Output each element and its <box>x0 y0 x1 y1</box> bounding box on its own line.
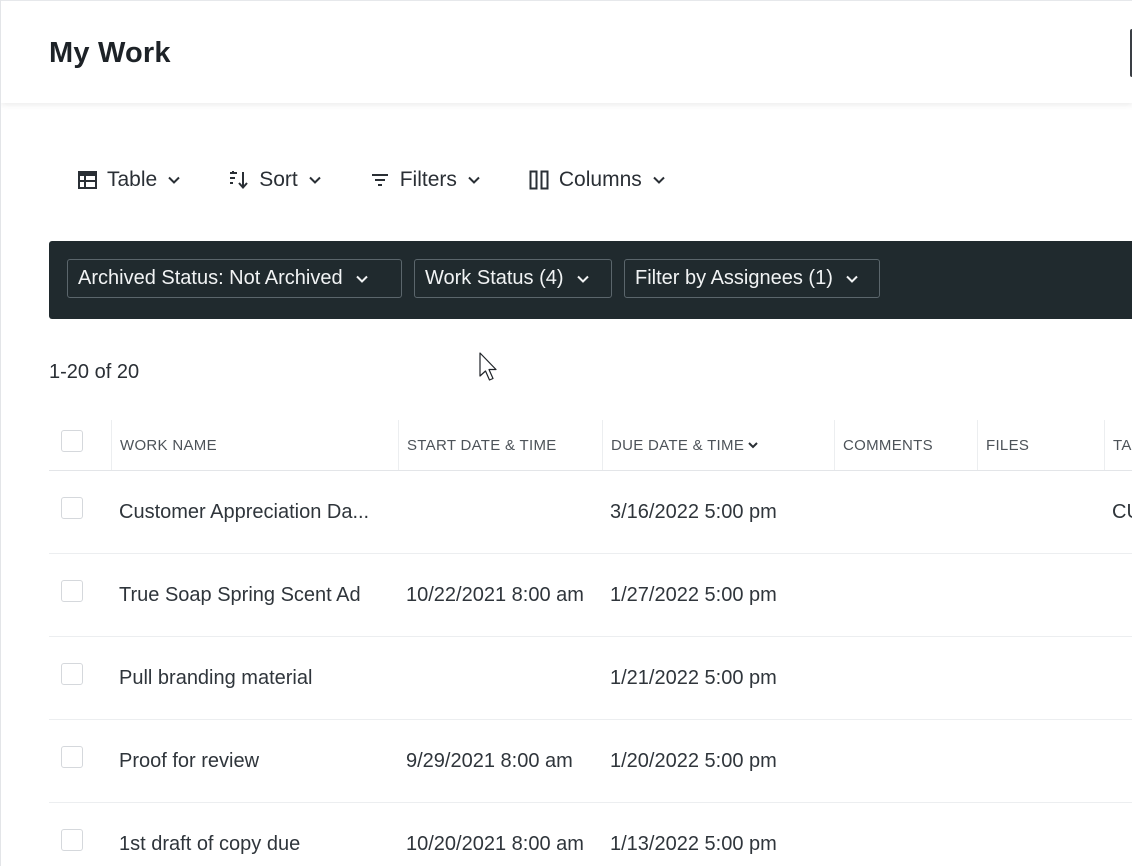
work-name-cell[interactable]: Proof for review <box>119 720 394 802</box>
filters-label: Filters <box>399 168 457 191</box>
row-checkbox[interactable] <box>61 829 83 851</box>
table-body: Customer Appreciation Da... 3/16/2022 5:0… <box>49 471 1132 866</box>
tags-cell: CU <box>1112 500 1132 523</box>
row-checkbox[interactable] <box>61 580 83 602</box>
table-row[interactable]: 1st draft of copy due 10/20/2021 8:00 am 1… <box>49 803 1132 866</box>
filter-icon <box>370 170 390 190</box>
due-date-cell: 3/16/2022 5:00 pm <box>610 500 777 523</box>
files-cell <box>985 554 1104 636</box>
table-view-label: Table <box>107 168 158 191</box>
table-row[interactable]: Proof for review 9/29/2021 8:00 am 1/20/20… <box>49 720 1132 803</box>
start-date-cell <box>406 637 602 719</box>
tags-cell <box>1112 637 1132 719</box>
chevron-down-icon <box>576 272 590 286</box>
columns-icon <box>529 170 549 190</box>
start-date-cell: 10/20/2021 8:00 am <box>406 832 584 855</box>
table-view-button[interactable]: Table <box>77 165 181 195</box>
work-table: WORK NAME START DATE & TIME DUE DATE & T… <box>49 420 1132 866</box>
sort-icon <box>229 170 249 190</box>
work-status-label: Work Status (4) <box>425 267 564 289</box>
column-header-work-name[interactable]: WORK NAME <box>111 420 398 470</box>
select-all-checkbox[interactable] <box>61 430 83 452</box>
table-row[interactable]: Pull branding material 1/21/2022 5:00 pm <box>49 637 1132 720</box>
result-count: 1-20 of 20 <box>49 361 140 383</box>
columns-button[interactable]: Columns <box>529 165 666 195</box>
files-cell <box>985 637 1104 719</box>
sort-label: Sort <box>259 168 298 191</box>
chevron-down-icon <box>355 272 369 286</box>
due-date-cell: 1/27/2022 5:00 pm <box>610 583 777 606</box>
due-date-header-label: DUE DATE & TIME <box>611 436 745 454</box>
column-header-files[interactable]: FILES <box>977 420 1104 470</box>
comments-cell <box>842 803 977 866</box>
due-date-cell: 1/20/2022 5:00 pm <box>610 749 777 772</box>
chevron-down-icon <box>167 173 181 187</box>
comments-cell <box>842 720 977 802</box>
column-header-tags[interactable]: TAG <box>1104 420 1132 470</box>
page-title: My Work <box>49 37 171 69</box>
view-toolbar: Table Sort Filters Columns <box>77 165 666 195</box>
column-header-comments[interactable]: COMMENTS <box>834 420 977 470</box>
chevron-down-icon <box>467 173 481 187</box>
files-cell <box>985 803 1104 866</box>
sort-descending-icon <box>747 439 759 451</box>
chevron-down-icon <box>652 173 666 187</box>
work-name-cell[interactable]: Customer Appreciation Da... <box>119 471 394 553</box>
page-header: My Work <box>1 0 1132 103</box>
files-cell <box>985 720 1104 802</box>
comments-cell <box>842 471 977 553</box>
sort-button[interactable]: Sort <box>229 165 322 195</box>
tags-cell <box>1112 803 1132 866</box>
comments-cell <box>842 554 977 636</box>
chevron-down-icon <box>308 173 322 187</box>
assignees-filter[interactable]: Filter by Assignees (1) <box>624 259 880 298</box>
table-grid-icon <box>77 170 97 190</box>
row-checkbox[interactable] <box>61 497 83 519</box>
start-date-cell: 10/22/2021 8:00 am <box>406 583 584 606</box>
archived-status-label: Archived Status: Not Archived <box>78 267 343 289</box>
start-date-cell: 9/29/2021 8:00 am <box>406 749 573 772</box>
work-name-cell[interactable]: 1st draft of copy due <box>119 803 394 866</box>
work-name-cell[interactable]: Pull branding material <box>119 637 394 719</box>
work-name-cell[interactable]: True Soap Spring Scent Ad <box>119 554 394 636</box>
column-header-start-date[interactable]: START DATE & TIME <box>398 420 602 470</box>
archived-status-filter[interactable]: Archived Status: Not Archived <box>67 259 402 298</box>
work-status-filter[interactable]: Work Status (4) <box>414 259 612 298</box>
files-cell <box>985 471 1104 553</box>
table-row[interactable]: Customer Appreciation Da... 3/16/2022 5:0… <box>49 471 1132 554</box>
table-header-row: WORK NAME START DATE & TIME DUE DATE & T… <box>49 420 1132 471</box>
columns-label: Columns <box>558 168 642 191</box>
mouse-cursor-icon <box>479 352 499 382</box>
filters-button[interactable]: Filters <box>370 165 481 195</box>
row-checkbox[interactable] <box>61 663 83 685</box>
chevron-down-icon <box>845 272 859 286</box>
page: My Work Table Sort Filters Columns Archi… <box>0 0 1132 866</box>
due-date-cell: 1/13/2022 5:00 pm <box>610 832 777 855</box>
row-checkbox[interactable] <box>61 746 83 768</box>
tags-cell <box>1112 554 1132 636</box>
comments-cell <box>842 637 977 719</box>
active-filters-bar: Archived Status: Not Archived Work Statu… <box>49 241 1132 319</box>
due-date-cell: 1/21/2022 5:00 pm <box>610 666 777 689</box>
tags-cell <box>1112 720 1132 802</box>
assignees-label: Filter by Assignees (1) <box>635 267 833 289</box>
column-header-due-date[interactable]: DUE DATE & TIME <box>602 420 834 470</box>
start-date-cell <box>406 471 602 553</box>
table-row[interactable]: True Soap Spring Scent Ad 10/22/2021 8:00… <box>49 554 1132 637</box>
